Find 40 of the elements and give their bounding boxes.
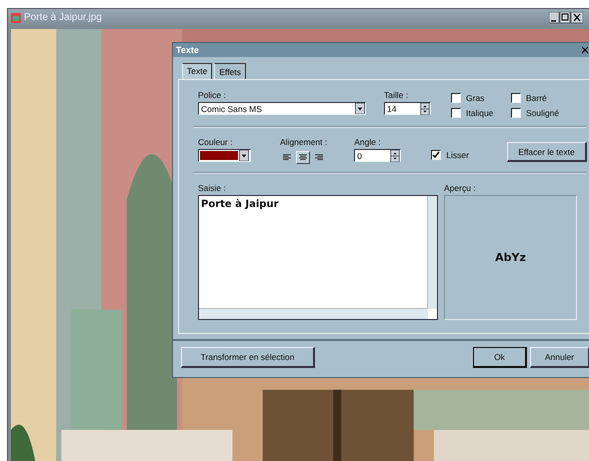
clear-text-button[interactable]: Effacer le texte bbox=[506, 142, 587, 162]
align-center-icon bbox=[299, 153, 307, 162]
image-icon bbox=[11, 12, 21, 22]
size-spinbox[interactable]: 14 bbox=[384, 102, 431, 115]
style-checkbox[interactable]: Barré bbox=[511, 93, 571, 103]
convert-selection-button[interactable]: Transformer en sélection bbox=[181, 347, 315, 368]
dialog-title: Texte bbox=[176, 45, 200, 55]
tab[interactable]: Texte bbox=[182, 63, 212, 80]
style-checkbox[interactable]: Souligné bbox=[511, 108, 571, 118]
ok-button[interactable]: Ok bbox=[473, 347, 527, 368]
text-input-area[interactable]: Porte à Jaipur bbox=[198, 195, 438, 320]
field-label: Taille : bbox=[384, 90, 410, 100]
smooth-checkbox[interactable]: Lisser bbox=[431, 150, 469, 160]
style-checkbox[interactable]: Gras bbox=[451, 93, 511, 103]
window-title: Porte à Jaipur.jpg bbox=[24, 12, 103, 23]
dropdown-arrow-icon bbox=[355, 103, 365, 114]
field-label: Aperçu : bbox=[444, 183, 477, 193]
vertical-scrollbar[interactable] bbox=[427, 196, 437, 309]
color-dropdown[interactable] bbox=[198, 149, 251, 162]
close-icon[interactable] bbox=[582, 46, 588, 54]
angle-spinbox[interactable]: 0 bbox=[354, 149, 402, 162]
cancel-button[interactable]: Annuler bbox=[530, 347, 589, 368]
field-label: Couleur : bbox=[198, 137, 234, 147]
window-controls-icon[interactable] bbox=[549, 12, 583, 24]
horizontal-scrollbar[interactable] bbox=[199, 308, 428, 319]
style-checkbox[interactable]: Italique bbox=[451, 108, 511, 118]
field-label: Saisie : bbox=[198, 183, 227, 193]
field-label: Police : bbox=[198, 90, 227, 100]
spinner-arrows-icon bbox=[420, 102, 430, 114]
checkmark-icon bbox=[432, 151, 440, 159]
font-dropdown[interactable]: Comic Sans MS bbox=[198, 102, 366, 115]
spinner-arrows-icon bbox=[390, 150, 400, 162]
align-center-button[interactable] bbox=[296, 151, 310, 164]
dropdown-arrow-icon bbox=[239, 150, 249, 161]
field-label: Angle : bbox=[354, 137, 382, 147]
preview-sample: AbYz bbox=[495, 251, 526, 264]
field-label: Alignement : bbox=[280, 137, 328, 147]
tab[interactable]: Effets bbox=[214, 63, 246, 79]
align-right-icon bbox=[315, 153, 323, 162]
align-left-icon bbox=[283, 153, 291, 162]
